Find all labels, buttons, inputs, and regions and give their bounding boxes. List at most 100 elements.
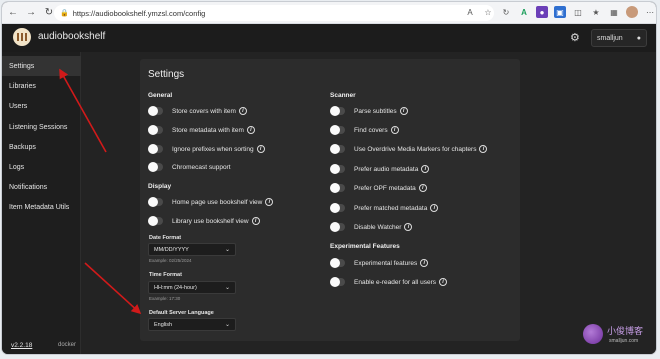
setting-library-bookshelf: Library use bookshelf view i <box>148 215 260 227</box>
toggle-find-covers[interactable] <box>330 125 345 135</box>
watermark-logo-icon <box>583 324 603 344</box>
info-icon[interactable]: i <box>479 145 488 153</box>
collections-icon[interactable]: ▦ <box>608 6 620 18</box>
toggle-home-bookshelf[interactable] <box>148 197 163 207</box>
page-title: Settings <box>148 69 185 80</box>
star-icon[interactable]: ☆ <box>482 6 494 18</box>
watermark-subtext: smalljun.com <box>609 338 639 344</box>
user-menu-button[interactable]: smalljun ● <box>591 29 647 47</box>
toggle-library-bookshelf[interactable] <box>148 216 163 226</box>
profile-avatar[interactable] <box>626 6 638 18</box>
toggle-experimental-features[interactable] <box>330 258 345 268</box>
server-language-label: Default Server Language <box>149 310 214 316</box>
sidebar-item-logs[interactable]: Logs <box>2 157 81 177</box>
app-title: audiobookshelf <box>38 31 106 42</box>
section-scanner-heading: Scanner <box>330 92 356 99</box>
toggle-ignore-prefixes[interactable] <box>148 144 163 154</box>
extension-blue-icon[interactable]: ▣ <box>554 6 566 18</box>
split-icon[interactable]: ◫ <box>572 6 584 18</box>
date-format-example: Example: 02/25/2024 <box>149 258 192 263</box>
extension-a-icon[interactable]: A <box>518 6 530 18</box>
setting-prefer-audio-metadata: Prefer audio metadata i <box>330 163 430 175</box>
browser-window: ← → ↻ 🔒 https://audiobookshelf.ymzsl.com… <box>2 2 656 354</box>
toggle-store-covers[interactable] <box>148 106 163 116</box>
date-format-label: Date Format <box>149 235 182 241</box>
info-icon[interactable]: i <box>246 126 255 134</box>
setting-disable-watcher: Disable Watcher i <box>330 221 413 233</box>
sidebar-item-notifications[interactable]: Notifications <box>2 177 81 197</box>
extension-purple-icon[interactable]: ● <box>536 6 548 18</box>
toggle-disable-watcher[interactable] <box>330 222 345 232</box>
watermark: 小俊博客 smalljun.com <box>583 322 655 354</box>
browser-toolbar: ← → ↻ 🔒 https://audiobookshelf.ymzsl.com… <box>2 2 656 24</box>
info-icon[interactable]: i <box>439 278 448 286</box>
setting-home-bookshelf: Home page use bookshelf view i <box>148 196 274 208</box>
section-general-heading: General <box>148 92 173 99</box>
main-content: Settings General Store covers with item … <box>82 52 656 354</box>
setting-enable-ereader: Enable e-reader for all users i <box>330 276 448 288</box>
setting-overdrive-markers: Use Overdrive Media Markers for chapters… <box>330 143 488 155</box>
chevron-down-icon: ⌄ <box>224 322 230 328</box>
setting-prefer-opf-metadata: Prefer OPF metadata i <box>330 182 427 194</box>
sidebar-item-libraries[interactable]: Libraries <box>2 76 81 96</box>
toggle-parse-subtitles[interactable] <box>330 106 345 116</box>
info-icon[interactable]: i <box>404 223 413 231</box>
reload-extension-icon[interactable]: ↻ <box>500 6 512 18</box>
toggle-prefer-matched-metadata[interactable] <box>330 203 345 213</box>
sidebar-item-settings[interactable]: Settings <box>2 56 81 76</box>
info-icon[interactable]: i <box>390 126 399 134</box>
toggle-enable-ereader[interactable] <box>330 277 345 287</box>
toggle-overdrive-markers[interactable] <box>330 144 345 154</box>
config-sidebar: Settings Libraries Users Listening Sessi… <box>2 52 81 354</box>
setting-chromecast: Chromecast support <box>148 161 231 173</box>
user-icon: ● <box>636 34 641 42</box>
watermark-text: 小俊博客 <box>607 327 644 337</box>
toggle-store-metadata[interactable] <box>148 125 163 135</box>
sidebar-item-item-metadata-utils[interactable]: Item Metadata Utils <box>2 197 81 217</box>
address-bar[interactable]: 🔒 https://audiobookshelf.ymzsl.com/confi… <box>54 5 494 21</box>
chevron-down-icon: ⌄ <box>224 247 230 253</box>
section-experimental-heading: Experimental Features <box>330 243 400 250</box>
section-display-heading: Display <box>148 183 172 190</box>
info-icon[interactable]: i <box>421 165 430 173</box>
info-icon[interactable]: i <box>251 217 260 225</box>
toggle-chromecast[interactable] <box>148 162 163 172</box>
info-icon[interactable]: i <box>418 184 427 192</box>
screenshot-frame: ← → ↻ 🔒 https://audiobookshelf.ymzsl.com… <box>0 0 660 359</box>
date-format-select[interactable]: MM/DD/YYYY ⌄ <box>148 243 236 256</box>
setting-experimental-features: Experimental features i <box>330 257 429 269</box>
server-language-select[interactable]: English ⌄ <box>148 318 236 331</box>
setting-find-covers: Find covers i <box>330 124 399 136</box>
setting-parse-subtitles: Parse subtitles i <box>330 105 408 117</box>
toggle-prefer-opf-metadata[interactable] <box>330 183 345 193</box>
version-link[interactable]: v2.2.18 <box>11 342 32 349</box>
favorites-icon[interactable]: ★ <box>590 6 602 18</box>
back-icon[interactable]: ← <box>6 6 20 20</box>
sidebar-item-backups[interactable]: Backups <box>2 137 81 157</box>
translate-icon[interactable]: A <box>464 6 476 18</box>
gear-icon[interactable]: ⚙ <box>570 32 582 44</box>
browser-extension-icons: A ☆ ↻ A ● ▣ ◫ ★ ▦ ⋯ <box>464 6 656 18</box>
setting-store-covers: Store covers with item i <box>148 105 247 117</box>
info-icon[interactable]: i <box>265 198 274 206</box>
time-format-select[interactable]: HH:mm (24-hour) ⌄ <box>148 281 236 294</box>
time-format-label: Time Format <box>149 272 182 278</box>
sidebar-item-listening-sessions[interactable]: Listening Sessions <box>2 117 81 137</box>
docker-label: docker <box>58 342 77 348</box>
lock-icon: 🔒 <box>60 10 69 17</box>
info-icon[interactable]: i <box>399 107 408 115</box>
info-icon[interactable]: i <box>430 204 439 212</box>
info-icon[interactable]: i <box>420 259 429 267</box>
setting-store-metadata: Store metadata with item i <box>148 124 255 136</box>
app-header: audiobookshelf ⚙ smalljun ● <box>2 24 656 52</box>
info-icon[interactable]: i <box>256 145 265 153</box>
toggle-prefer-audio-metadata[interactable] <box>330 164 345 174</box>
time-format-example: Example: 17:30 <box>149 296 181 301</box>
setting-prefer-matched-metadata: Prefer matched metadata i <box>330 202 439 214</box>
info-icon[interactable]: i <box>238 107 247 115</box>
forward-icon[interactable]: → <box>24 6 38 20</box>
username: smalljun <box>597 34 623 42</box>
sidebar-item-users[interactable]: Users <box>2 96 81 116</box>
audiobookshelf-logo[interactable] <box>13 28 31 46</box>
more-icon[interactable]: ⋯ <box>644 6 656 18</box>
